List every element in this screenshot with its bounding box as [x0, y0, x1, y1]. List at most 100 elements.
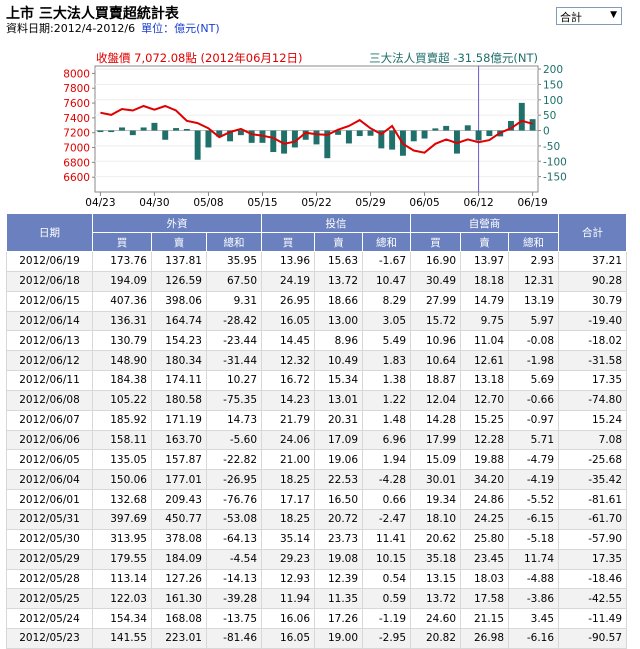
net-buy-caption: 三大法人買賣超 -31.58億元(NT): [369, 51, 538, 65]
y-left-tick-label: 7400: [63, 113, 90, 125]
row-cell: 5.97: [508, 310, 560, 332]
x-tick-label: 06/05: [409, 197, 439, 209]
row-cell: -76.76: [205, 489, 263, 510]
row-cell: 13.18: [460, 370, 510, 391]
subheader-0: 買: [92, 232, 152, 252]
row-date: 2012/05/28: [6, 568, 93, 590]
row-cell: 168.08: [151, 608, 207, 630]
row-cell: 18.25: [261, 508, 316, 530]
row-cell: -1.67: [362, 251, 412, 272]
row-cell: 1.94: [362, 449, 412, 471]
table-row: 2012/06/11 184.38 174.11 10.27 16.72 15.34 1.3…: [6, 370, 628, 391]
investor-chart: 收盤價 7,072.08點 (2012年06月12日) 三大法人買賣超 -31.…: [63, 51, 567, 209]
table-row: 2012/05/24 154.34 168.08 -13.75 16.06 17.26 -1…: [6, 608, 628, 630]
row-cell: 29.23: [261, 548, 316, 570]
row-cell: -28.42: [205, 310, 263, 332]
subheader-7: 賣: [460, 232, 510, 252]
y-left-tick-label: 6600: [63, 172, 90, 184]
row-cell: -0.97: [508, 409, 560, 431]
row-cell: 24.60: [410, 608, 462, 630]
row-cell: 12.28: [460, 429, 510, 451]
header-dealer: 自營商: [410, 213, 560, 233]
row-cell: 185.92: [92, 409, 152, 431]
row-cell: 12.32: [261, 350, 316, 372]
row-cell: 0.59: [362, 588, 412, 610]
row-cell: 148.90: [92, 350, 152, 372]
row-cell: 17.26: [314, 608, 364, 630]
bar-06/07: [443, 125, 450, 131]
header-foreign: 外資: [91, 213, 263, 233]
row-cell: 13.15: [410, 568, 462, 590]
summary-type-select[interactable]: 合計 ▼: [556, 7, 622, 25]
row-date: 2012/05/24: [6, 608, 93, 630]
row-cell: 13.72: [314, 270, 364, 292]
row-cell: 398.06: [151, 290, 207, 312]
bar-04/24: [108, 130, 115, 133]
row-cell: 407.36: [92, 290, 152, 312]
row-cell: 1.22: [362, 389, 412, 411]
row-cell: 11.04: [460, 330, 510, 352]
y-left-tick-label: 6800: [63, 157, 90, 169]
row-cell: 136.31: [92, 310, 152, 332]
y-right-tick-label: 50: [543, 110, 556, 122]
bar-04/25: [119, 127, 125, 131]
row-cell: 10.27: [205, 370, 263, 391]
row-cell: 157.87: [151, 449, 207, 471]
row-cell: 13.01: [314, 389, 364, 411]
x-tick-label: 06/19: [517, 197, 547, 209]
row-cell: 35.18: [410, 548, 462, 570]
row-date: 2012/05/29: [6, 548, 93, 570]
row-cell: 9.31: [205, 290, 263, 312]
row-cell: -6.16: [508, 628, 560, 649]
row-date: 2012/06/13: [6, 330, 93, 352]
table-row: 2012/05/23 141.55 223.01 -81.46 16.05 19.00 -2…: [6, 628, 628, 649]
investor-table: 日期 外資 投信 自營商 合計 買賣總和買賣總和買賣總和 2012/06/19 1…: [6, 213, 628, 649]
row-cell: 24.06: [261, 429, 316, 451]
table-row: 2012/06/06 158.11 163.70 -5.60 24.06 17.09 6.9…: [6, 429, 628, 451]
row-cell: 3.45: [508, 608, 560, 630]
row-cell: 10.47: [362, 270, 412, 292]
row-cell: 21.79: [261, 409, 316, 431]
row-cell: 105.22: [92, 389, 152, 411]
row-cell: 24.19: [261, 270, 316, 292]
x-tick-label: 04/23: [85, 197, 115, 209]
bar-06/06: [432, 128, 439, 131]
date-range: 資料日期:2012/4-2012/6: [6, 22, 136, 35]
table-row: 2012/06/07 185.92 171.19 14.73 21.79 20.31 1.4…: [6, 409, 628, 431]
row-cell: 35.95: [205, 251, 263, 272]
row-cell: 16.72: [261, 370, 316, 391]
row-cell: 15.25: [460, 409, 510, 431]
row-cell: -2.47: [362, 508, 412, 530]
row-cell: 21.15: [460, 608, 510, 630]
header-total: 合計: [558, 213, 628, 252]
table-row: 2012/06/19 173.76 137.81 35.95 13.96 15.63 -1.…: [6, 251, 628, 272]
table-row: 2012/06/08 105.22 180.58 -75.35 14.23 13.01 1.…: [6, 389, 628, 411]
row-cell: -25.68: [558, 449, 628, 471]
row-cell: 11.41: [362, 528, 412, 550]
bar-05/11: [237, 130, 244, 136]
row-cell: 26.95: [261, 290, 316, 312]
table-row: 2012/06/18 194.09 126.59 67.50 24.19 13.72 10.…: [6, 270, 628, 292]
bar-04/27: [140, 127, 147, 131]
table-row: 2012/05/28 113.14 127.26 -14.13 12.93 12.39 0.…: [6, 568, 628, 590]
row-date: 2012/06/05: [6, 449, 93, 471]
row-cell: 180.58: [151, 389, 207, 411]
row-cell: -57.90: [558, 528, 628, 550]
subheader-6: 買: [410, 232, 462, 252]
row-cell: 27.99: [410, 290, 462, 312]
row-cell: 24.86: [460, 489, 510, 510]
subheader-2: 總和: [205, 232, 263, 252]
row-cell: 18.03: [460, 568, 510, 590]
bar-06/19: [529, 119, 536, 131]
row-cell: 180.34: [151, 350, 207, 372]
row-cell: -53.08: [205, 508, 263, 530]
table-row: 2012/06/05 135.05 157.87 -22.82 21.00 19.06 1.…: [6, 449, 628, 471]
row-cell: -22.82: [205, 449, 263, 471]
row-cell: 2.93: [508, 251, 560, 272]
x-tick-label: 05/08: [193, 197, 223, 209]
row-cell: 23.45: [460, 548, 510, 570]
y-right-tick-label: -50: [543, 141, 560, 153]
row-cell: -64.13: [205, 528, 263, 550]
row-cell: -18.46: [558, 568, 628, 590]
row-cell: -42.55: [558, 588, 628, 610]
